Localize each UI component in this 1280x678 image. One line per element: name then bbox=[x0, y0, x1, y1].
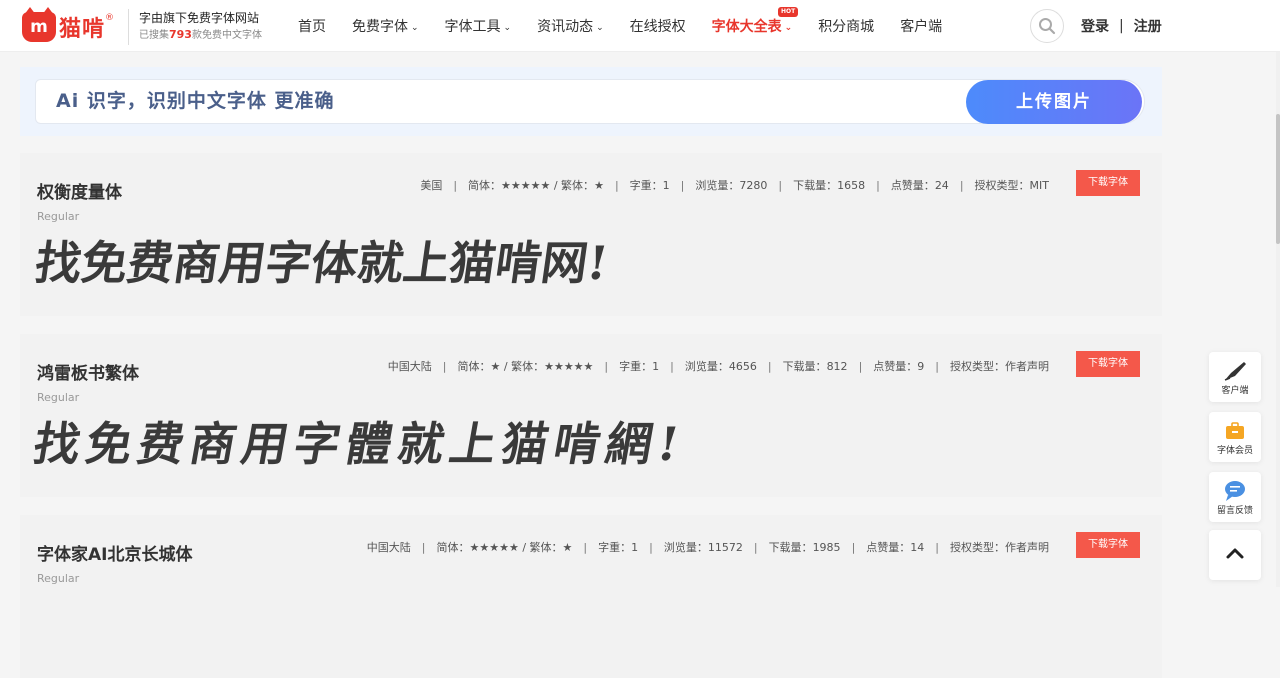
svg-text:找免费商用字体就上猫啃网!: 找免费商用字体就上猫啃网! bbox=[32, 236, 612, 290]
nav-news[interactable]: 资讯动态 ⌄ bbox=[537, 16, 604, 36]
hot-badge: HOT bbox=[777, 7, 799, 17]
register-link[interactable]: 注册 bbox=[1134, 16, 1162, 36]
login-link[interactable]: 登录 bbox=[1081, 16, 1109, 36]
font-name[interactable]: 字体家AI北京长城体 bbox=[37, 540, 192, 565]
font-meta: 中国大陆 | 简体：★★★★★ / 繁体：★ | 字重：1 | 浏览量：11572 | 下载量：… bbox=[366, 541, 1049, 554]
chevron-down-icon: ⌄ bbox=[784, 23, 793, 33]
nav-online-license[interactable]: 在线授权 bbox=[630, 16, 686, 36]
font-name[interactable]: 权衡度量体 bbox=[37, 178, 122, 203]
nav-free-fonts[interactable]: 免费字体 ⌄ bbox=[352, 16, 419, 36]
search-icon bbox=[1039, 18, 1056, 35]
ai-recognition-banner: Ai 识字，识别中文字体 更准确 上传图片 bbox=[20, 67, 1162, 136]
svg-text:找免费商用字體就上猫啃網!: 找免费商用字體就上猫啃網! bbox=[30, 416, 690, 471]
nav-font-catalog[interactable]: 字体大全表 ⌄ HOT bbox=[712, 7, 799, 36]
tagline-count: 已搜集793款免费中文字体 bbox=[139, 28, 262, 41]
auth-divider: | bbox=[1119, 18, 1124, 34]
upload-image-button[interactable]: 上传图片 bbox=[966, 80, 1142, 124]
nav-font-tools[interactable]: 字体工具 ⌄ bbox=[445, 16, 512, 36]
nav-home[interactable]: 首页 bbox=[298, 16, 326, 36]
scrollbar-thumb[interactable] bbox=[1276, 114, 1280, 244]
page-scrollbar[interactable] bbox=[1276, 52, 1280, 587]
chevron-down-icon: ⌄ bbox=[596, 23, 604, 33]
auth-links: 登录 | 注册 bbox=[1081, 0, 1162, 52]
nav-points-mall[interactable]: 积分商城 bbox=[818, 16, 874, 36]
back-to-top-button[interactable] bbox=[1209, 530, 1261, 580]
font-style: Regular bbox=[37, 391, 80, 404]
ai-recognition-text: Ai 识字，识别中文字体 更准确 bbox=[56, 90, 335, 112]
font-card: 字体家AI北京长城体 Regular 中国大陆 | 简体：★★★★★ / 繁体：★ |… bbox=[20, 515, 1162, 678]
pen-nib-icon bbox=[1224, 362, 1246, 381]
logo-text: 猫啃 bbox=[59, 17, 106, 42]
chevron-down-icon: ⌄ bbox=[503, 23, 512, 33]
font-name[interactable]: 鸿雷板书繁体 bbox=[37, 359, 139, 384]
download-font-button[interactable]: 下载字体 bbox=[1076, 170, 1140, 196]
side-feedback-button[interactable]: 留言反馈 bbox=[1209, 472, 1261, 522]
side-client-label: 客户端 bbox=[1221, 386, 1249, 396]
font-style: Regular bbox=[37, 572, 80, 585]
chevron-down-icon: ⌄ bbox=[411, 23, 419, 33]
chevron-up-icon bbox=[1226, 548, 1244, 559]
side-feedback-label: 留言反馈 bbox=[1216, 506, 1253, 516]
download-font-button[interactable]: 下载字体 bbox=[1076, 351, 1140, 377]
font-preview[interactable]: 找免费商用字體就上猫啃網! bbox=[30, 406, 937, 476]
font-preview[interactable]: 找免费商用字体就上猫啃网! bbox=[32, 225, 937, 295]
chat-bubble-icon bbox=[1225, 481, 1245, 501]
font-style: Regular bbox=[37, 210, 80, 223]
search-button[interactable] bbox=[1030, 9, 1064, 43]
download-font-button[interactable]: 下载字体 bbox=[1076, 532, 1140, 558]
nav-client[interactable]: 客户端 bbox=[900, 16, 942, 36]
side-client-button[interactable]: 客户端 bbox=[1209, 352, 1261, 402]
cat-logo-icon: m bbox=[22, 7, 56, 42]
font-card: 鸿雷板书繁体 Regular 中国大陆 | 简体：★ / 繁体：★★★★★ | 字重：1… bbox=[20, 334, 1162, 497]
registered-mark: ® bbox=[105, 13, 115, 23]
font-card: 权衡度量体 Regular 美国 | 简体：★★★★★ / 繁体：★ | 字重：1 | 浏览… bbox=[20, 153, 1162, 316]
font-meta: 中国大陆 | 简体：★ / 繁体：★★★★★ | 字重：1 | 浏览量：4656 | 下载量：8… bbox=[387, 360, 1049, 373]
briefcase-icon bbox=[1226, 422, 1244, 439]
side-member-label: 字体会员 bbox=[1216, 446, 1253, 456]
main-nav: 首页 免费字体 ⌄ 字体工具 ⌄ 资讯动态 ⌄ 在线授权 字体大全表 ⌄ HOT 积分商城… bbox=[298, 0, 968, 52]
side-member-button[interactable]: 字体会员 bbox=[1209, 412, 1261, 462]
site-logo[interactable]: m 猫啃 ® bbox=[22, 7, 115, 43]
font-meta: 美国 | 简体：★★★★★ / 繁体：★ | 字重：1 | 浏览量：7280 | 下载量：165… bbox=[420, 179, 1049, 192]
site-tagline: 字由旗下免费字体网站 已搜集793款免费中文字体 bbox=[128, 9, 262, 45]
tagline-main: 字由旗下免费字体网站 bbox=[139, 11, 260, 25]
site-header: m 猫啃 ® 字由旗下免费字体网站 已搜集793款免费中文字体 首页 免费字体 ⌄… bbox=[0, 0, 1280, 52]
